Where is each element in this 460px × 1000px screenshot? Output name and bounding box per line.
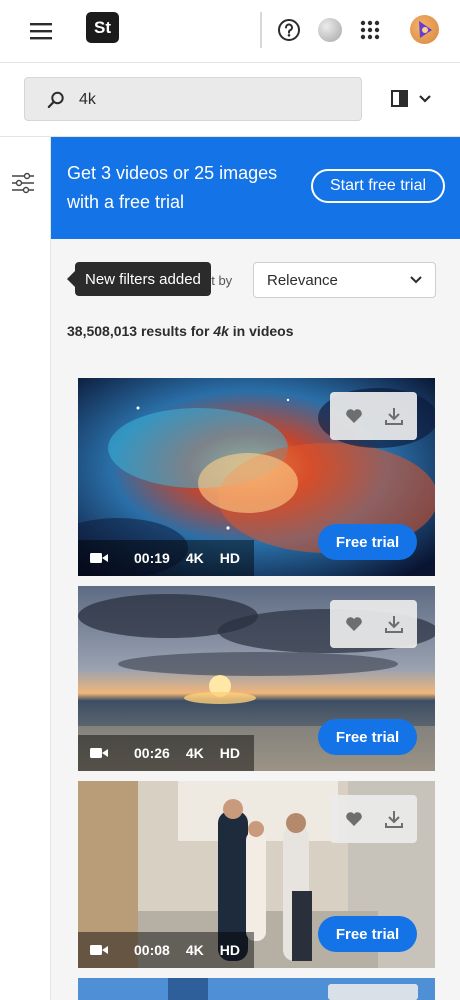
apps-button[interactable] (356, 16, 384, 44)
chevron-down-icon (419, 95, 431, 103)
heart-icon (346, 409, 362, 423)
sort-dropdown[interactable]: Relevance (253, 262, 436, 298)
download-button[interactable] (378, 805, 410, 833)
video-quality: HD (219, 550, 240, 566)
video-meta: 00:26 4K HD (78, 735, 254, 771)
video-camera-icon (90, 944, 108, 956)
video-thumbnail (78, 978, 435, 1000)
hamburger-icon (30, 23, 52, 40)
video-card[interactable]: 00:19 4K HD Free trial (78, 378, 435, 576)
content-type-dropdown[interactable] (388, 85, 434, 113)
filters-button[interactable] (9, 169, 37, 197)
download-icon (385, 811, 403, 828)
filter-sliders-icon (12, 172, 34, 194)
start-free-trial-button[interactable]: Start free trial (311, 169, 445, 203)
video-resolution: 4K (185, 745, 204, 761)
free-trial-button[interactable]: Free trial (318, 719, 417, 755)
video-camera-icon (90, 552, 108, 564)
avatar-illustration-icon (419, 21, 432, 38)
results-scope: videos (249, 323, 294, 339)
header-divider (260, 12, 262, 48)
results-query: 4k (213, 323, 229, 339)
video-resolution: 4K (185, 550, 204, 566)
video-quality: HD (219, 745, 240, 761)
like-button[interactable] (338, 610, 370, 638)
download-button[interactable] (378, 610, 410, 638)
video-type-icon (391, 90, 408, 107)
search-box[interactable] (24, 77, 362, 121)
status-indicator[interactable] (318, 18, 342, 42)
download-icon (385, 616, 403, 633)
top-bar: St (0, 0, 460, 63)
search-input[interactable] (77, 86, 341, 114)
like-button[interactable] (338, 402, 370, 430)
card-actions (330, 795, 417, 843)
video-duration: 00:08 (134, 942, 170, 958)
video-meta: 00:19 4K HD (78, 540, 254, 576)
heart-icon (346, 617, 362, 631)
download-icon (385, 408, 403, 425)
apps-grid-icon (360, 20, 380, 40)
video-card[interactable] (78, 978, 435, 1000)
free-trial-button[interactable]: Free trial (318, 524, 417, 560)
free-trial-banner: Get 3 videos or 25 images with a free tr… (51, 137, 460, 239)
video-duration: 00:19 (134, 550, 170, 566)
user-avatar[interactable] (410, 15, 439, 44)
search-icon (47, 91, 65, 114)
like-button[interactable] (338, 805, 370, 833)
left-rail (0, 137, 51, 1000)
video-camera-icon (90, 747, 108, 759)
new-filters-tooltip: New filters added (67, 262, 211, 296)
video-duration: 00:26 (134, 745, 170, 761)
stock-logo[interactable]: St (86, 12, 119, 43)
free-trial-button[interactable]: Free trial (318, 916, 417, 952)
help-circle-icon (278, 19, 300, 41)
video-meta: 00:08 4K HD (78, 932, 254, 968)
results-count: 38,508,013 results for 4k in videos (67, 323, 294, 339)
search-row (0, 63, 460, 137)
results-number: 38,508,013 (67, 323, 138, 339)
video-resolution: 4K (185, 942, 204, 958)
chevron-down-icon (410, 276, 422, 284)
banner-text: Get 3 videos or 25 images with a free tr… (67, 163, 278, 212)
card-actions (330, 600, 417, 648)
hamburger-menu-button[interactable] (24, 16, 58, 46)
download-button[interactable] (378, 402, 410, 430)
help-button[interactable] (275, 16, 303, 44)
video-card[interactable]: 00:08 4K HD Free trial (78, 781, 435, 968)
card-actions (330, 392, 417, 440)
sort-selected-value: Relevance (267, 272, 338, 289)
results-area: Get 3 videos or 25 images with a free tr… (51, 137, 460, 1000)
heart-icon (346, 812, 362, 826)
video-quality: HD (219, 942, 240, 958)
video-card[interactable]: 00:26 4K HD Free trial (78, 586, 435, 771)
